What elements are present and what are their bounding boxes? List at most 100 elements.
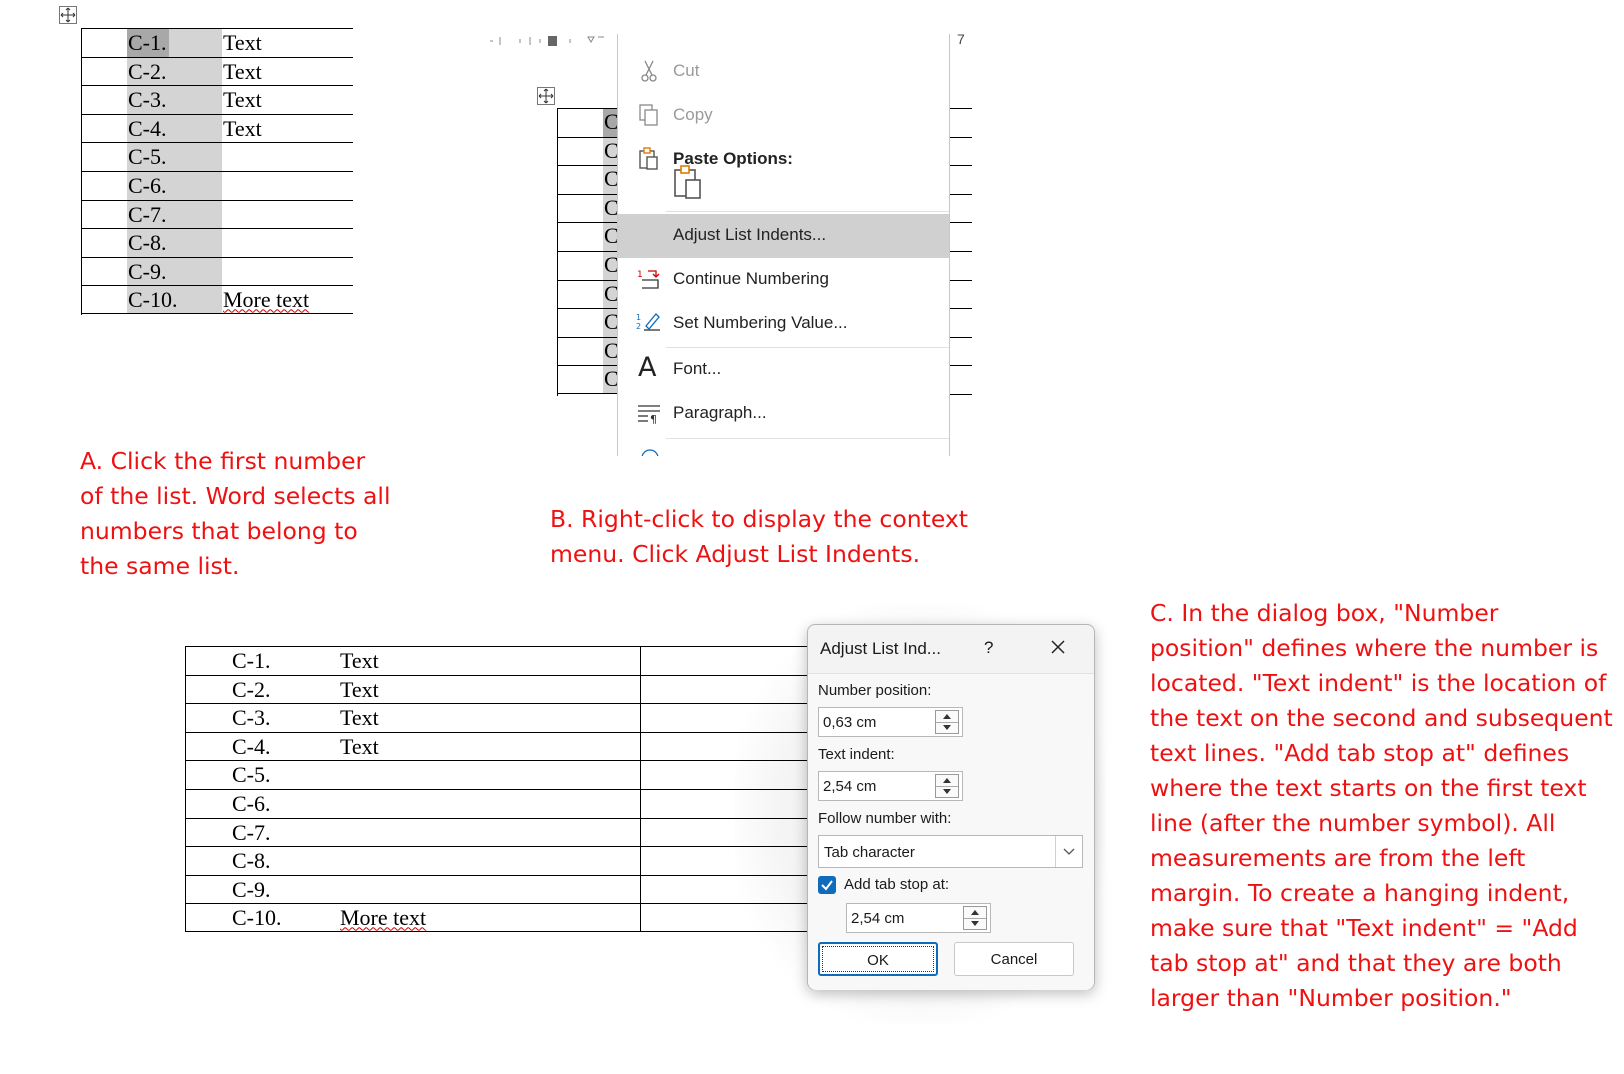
spinner-arrows[interactable] (935, 710, 959, 734)
list-number[interactable]: C-9. (128, 259, 167, 285)
table-row: C-6. (81, 170, 353, 200)
table-row: C (558, 193, 619, 223)
cell-text: Text (340, 733, 379, 759)
cell-text: Text (223, 58, 262, 84)
ok-label: OK (867, 952, 889, 969)
spinner-arrows[interactable] (963, 906, 987, 930)
table-line (950, 308, 972, 337)
follow-number-select[interactable]: Tab character (818, 835, 1083, 868)
table-row: C (558, 136, 619, 166)
cell-text: More text (223, 287, 310, 313)
ruler-number: 7 (957, 31, 965, 47)
list-number[interactable]: C-8. (232, 848, 271, 874)
dropdown-button[interactable] (1055, 836, 1082, 867)
cropped-text-fragment: - - . . - . . - . - . . . - (1118, 504, 1518, 510)
menu-item-label: Set Numbering Value... (673, 313, 848, 332)
list-number[interactable]: C-7. (232, 820, 271, 846)
cell-text: Text (223, 115, 262, 141)
menu-item-label: Cut (673, 61, 700, 80)
copy-icon (639, 104, 658, 126)
list-number[interactable]: C-8. (128, 230, 167, 256)
menu-item-paste-options: Paste Options: (618, 138, 949, 182)
table-line (950, 136, 972, 166)
list-number[interactable]: C-2. (128, 59, 167, 85)
paste-keep-text-icon (674, 165, 701, 199)
list-number[interactable]: C-6. (128, 173, 167, 199)
info-icon-partial (641, 449, 659, 456)
clipboard-icon (639, 147, 658, 170)
table-move-handle-b[interactable] (537, 87, 555, 105)
move-arrows-icon (60, 7, 76, 23)
menu-item-copy[interactable]: Copy (618, 94, 949, 138)
table-line (950, 365, 972, 394)
text-indent-label: Text indent: (818, 746, 895, 763)
list-number[interactable]: C-5. (232, 762, 271, 788)
table-row: C-9. (81, 256, 353, 286)
table-line (950, 336, 972, 366)
table-row: C-7. (81, 199, 353, 229)
menu-item-adjust-list-indents[interactable]: Adjust List Indents... (618, 214, 949, 258)
add-tab-stop-spinner[interactable]: 2,54 cm (846, 903, 991, 933)
menu-item-continue-numbering[interactable]: 1 Continue Numbering (618, 258, 949, 302)
table-row: C (558, 365, 619, 394)
table-row: C-8. (81, 228, 353, 257)
ruler (490, 36, 604, 46)
cell-text: Text (223, 87, 262, 113)
set-numbering-value-icon: 1 2 (636, 313, 660, 331)
cell-text: Text (340, 676, 379, 702)
cell-text: Text (340, 648, 379, 673)
checkmark-icon (821, 880, 833, 891)
cell-text: More text (340, 905, 427, 931)
list-number[interactable]: C-9. (232, 877, 271, 903)
text-indent-spinner[interactable]: 2,54 cm (818, 771, 963, 801)
menu-item-label: Font... (673, 359, 722, 378)
caption-c: C. In the dialog box, "Number position" … (1150, 599, 1613, 1012)
table-move-handle-a[interactable] (59, 6, 77, 24)
arrow-down-icon[interactable] (964, 918, 986, 929)
list-number[interactable]: C-4. (232, 734, 271, 760)
add-tab-stop-value: 2,54 cm (851, 910, 905, 927)
continue-numbering-icon: 1 (637, 270, 660, 289)
add-tab-stop-label: Add tab stop at: (844, 876, 950, 893)
list-number[interactable]: C-1. (232, 648, 271, 674)
table-line (950, 165, 972, 194)
table-row: C-10. More text (81, 285, 353, 314)
number-position-value: 0,63 cm (823, 714, 877, 731)
table-row: C (558, 336, 619, 366)
list-number[interactable]: C-7. (128, 202, 167, 228)
number-position-spinner[interactable]: 0,63 cm (818, 707, 963, 737)
list-number[interactable]: C-5. (128, 144, 167, 170)
menu-item-cut[interactable]: Cut (618, 50, 949, 94)
list-number[interactable]: C-3. (128, 87, 167, 113)
svg-text:1: 1 (637, 270, 643, 280)
menu-item-set-numbering-value[interactable]: 1 2 Set Numbering Value... (618, 302, 949, 346)
menu-item-font[interactable]: A Font... (618, 348, 949, 392)
svg-text:2: 2 (636, 322, 641, 331)
cancel-button[interactable]: Cancel (954, 942, 1074, 976)
menu-item-label: Copy (673, 105, 713, 124)
list-number[interactable]: C-10. (232, 905, 282, 931)
help-button[interactable]: ? (984, 638, 993, 658)
ok-button[interactable]: OK (818, 942, 938, 976)
paste-keep-text-button[interactable] (671, 162, 707, 202)
table-line (950, 250, 972, 280)
arrow-down-icon[interactable] (936, 722, 958, 733)
caption-a: A. Click the first number of the list. W… (80, 447, 391, 580)
table-line (950, 108, 972, 137)
list-number[interactable]: C-2. (232, 677, 271, 703)
table-line (950, 222, 972, 251)
close-icon[interactable] (1048, 637, 1068, 657)
list-table-b: CCCCCCCCCC (557, 108, 619, 396)
table-line (950, 279, 972, 309)
list-number[interactable]: C-4. (128, 116, 167, 142)
scissors-icon (641, 60, 657, 82)
add-tab-stop-checkbox[interactable] (818, 876, 836, 894)
menu-item-paragraph[interactable]: ¶ Paragraph... (618, 392, 949, 436)
arrow-down-icon[interactable] (936, 786, 958, 797)
table-row: C-4. Text (81, 113, 353, 143)
list-number[interactable]: C-1. (128, 30, 167, 56)
spinner-arrows[interactable] (935, 774, 959, 798)
list-number[interactable]: C-10. (128, 287, 178, 313)
list-number[interactable]: C-3. (232, 705, 271, 731)
list-number[interactable]: C-6. (232, 791, 271, 817)
